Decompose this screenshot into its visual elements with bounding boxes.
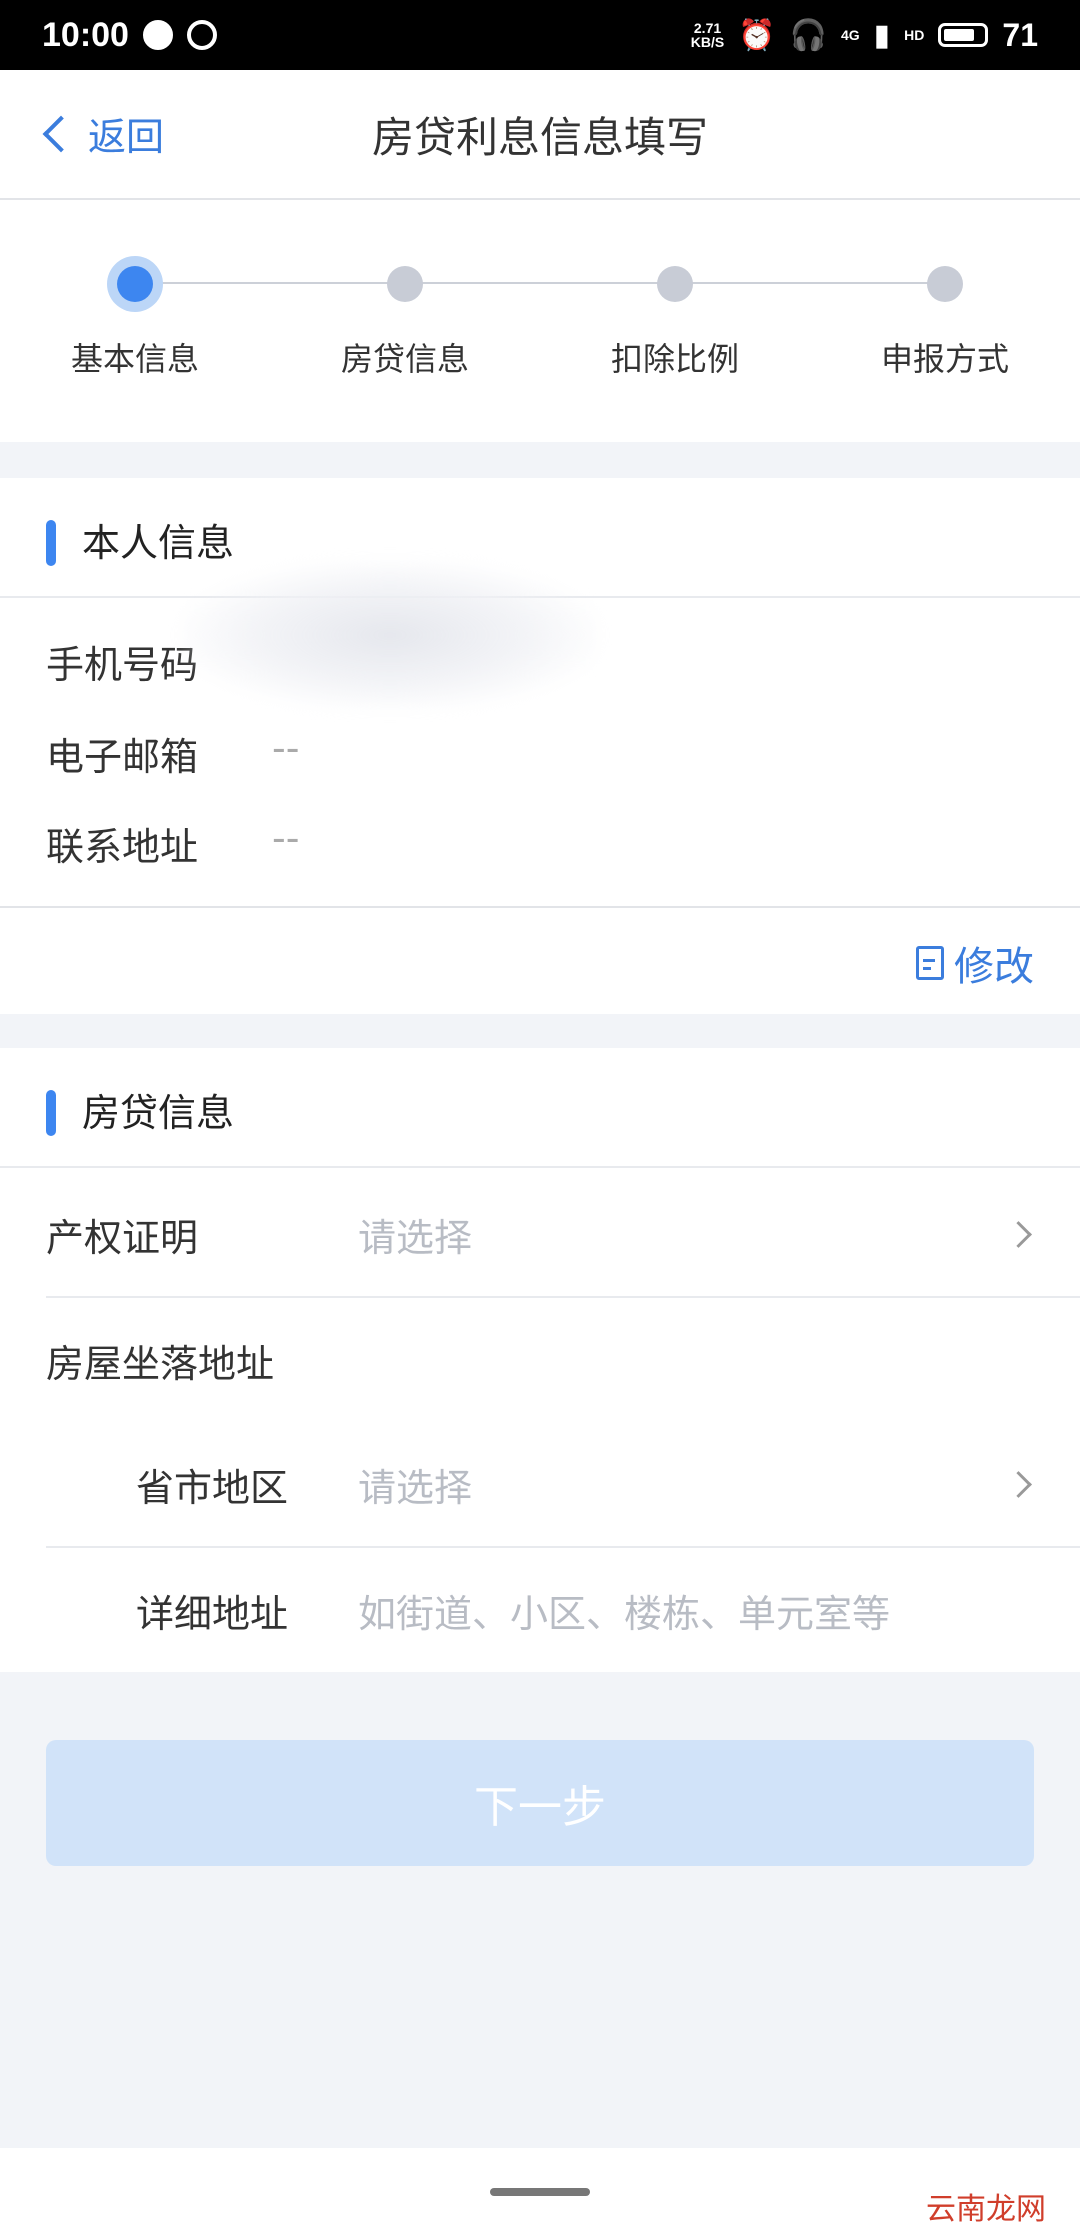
region-row[interactable]: 省市地区 请选择 [46, 1422, 1080, 1548]
step-label: 申报方式 [880, 340, 1009, 378]
status-time: 10:00 [42, 15, 129, 54]
home-indicator-bar: 云南龙网 [0, 2148, 1080, 2232]
detail-address-row[interactable]: 详细地址 如街道、小区、楼栋、单元室等 [46, 1548, 1080, 1672]
step-dot [657, 266, 693, 302]
headphones-icon: 🎧 [789, 18, 827, 52]
info-label: 电子邮箱 [46, 735, 199, 779]
info-label: 联系地址 [46, 825, 199, 869]
detail-address-input[interactable]: 如街道、小区、楼栋、单元室等 [358, 1583, 890, 1638]
section-accent-bar [46, 1090, 56, 1136]
step-label: 基本信息 [70, 340, 199, 378]
region-select[interactable]: 请选择 [358, 1457, 472, 1512]
divider [0, 906, 1080, 908]
alarm-icon: ⏰ [738, 18, 776, 52]
step-dot [387, 266, 423, 302]
app-notification-icon [142, 20, 173, 50]
section-header: 房贷信息 [0, 1048, 1080, 1168]
section-accent-bar [46, 520, 56, 566]
chevron-right-icon [1005, 1470, 1032, 1498]
house-address-row: 房屋坐落地址 [46, 1298, 1080, 1422]
section-title: 房贷信息 [82, 1091, 235, 1135]
watermark: 云南龙网 [926, 2192, 1046, 2227]
edit-icon [916, 946, 944, 980]
network-speed: 2.71 KB/S [690, 20, 725, 50]
stepper-line [135, 282, 945, 284]
section-title: 本人信息 [82, 521, 235, 565]
field-label: 详细地址 [136, 1591, 289, 1636]
info-row-address: 联系地址 -- [46, 816, 299, 871]
hd-badge: HD [904, 27, 925, 43]
chevron-right-icon [1005, 1220, 1032, 1248]
hotspot-icon [186, 20, 217, 50]
step-label: 扣除比例 [610, 340, 739, 378]
next-step-button[interactable]: 下一步 [46, 1740, 1034, 1866]
field-label: 产权证明 [46, 1215, 199, 1260]
field-label: 房屋坐落地址 [46, 1341, 275, 1386]
info-value: -- [272, 726, 300, 770]
field-label: 省市地区 [136, 1465, 289, 1510]
network-type: 4G [840, 27, 860, 43]
status-bar: 10:00 2.71 KB/S ⏰ 🎧 4G ▮ HD 71 [0, 0, 1080, 70]
personal-info-card: 本人信息 手机号码 电子邮箱 -- 联系地址 -- 修改 [0, 478, 1080, 1014]
edit-button[interactable]: 修改 [916, 934, 1034, 992]
property-cert-row[interactable]: 产权证明 请选择 [46, 1172, 1080, 1298]
info-value: -- [272, 816, 300, 860]
battery-icon [938, 23, 989, 47]
edit-label: 修改 [954, 944, 1034, 990]
info-row-email: 电子邮箱 -- [46, 726, 299, 781]
step-dot-active [107, 256, 163, 312]
signal-icon: ▮ [873, 18, 891, 52]
page-title: 房贷利息信息填写 [371, 113, 708, 162]
loan-info-card: 房贷信息 产权证明 请选择 房屋坐落地址 省市地区 请选择 详细地址 如街道、小… [0, 1048, 1080, 1672]
property-cert-select[interactable]: 请选择 [358, 1207, 472, 1262]
nav-bar: 返回 房贷利息信息填写 [0, 70, 1080, 200]
step-label: 房贷信息 [340, 340, 469, 378]
progress-stepper: 基本信息 房贷信息 扣除比例 申报方式 [0, 200, 1080, 442]
home-indicator[interactable] [490, 2188, 590, 2196]
battery-level: 71 [1002, 16, 1038, 53]
redaction-blur [180, 560, 600, 710]
step-dot [927, 266, 963, 302]
